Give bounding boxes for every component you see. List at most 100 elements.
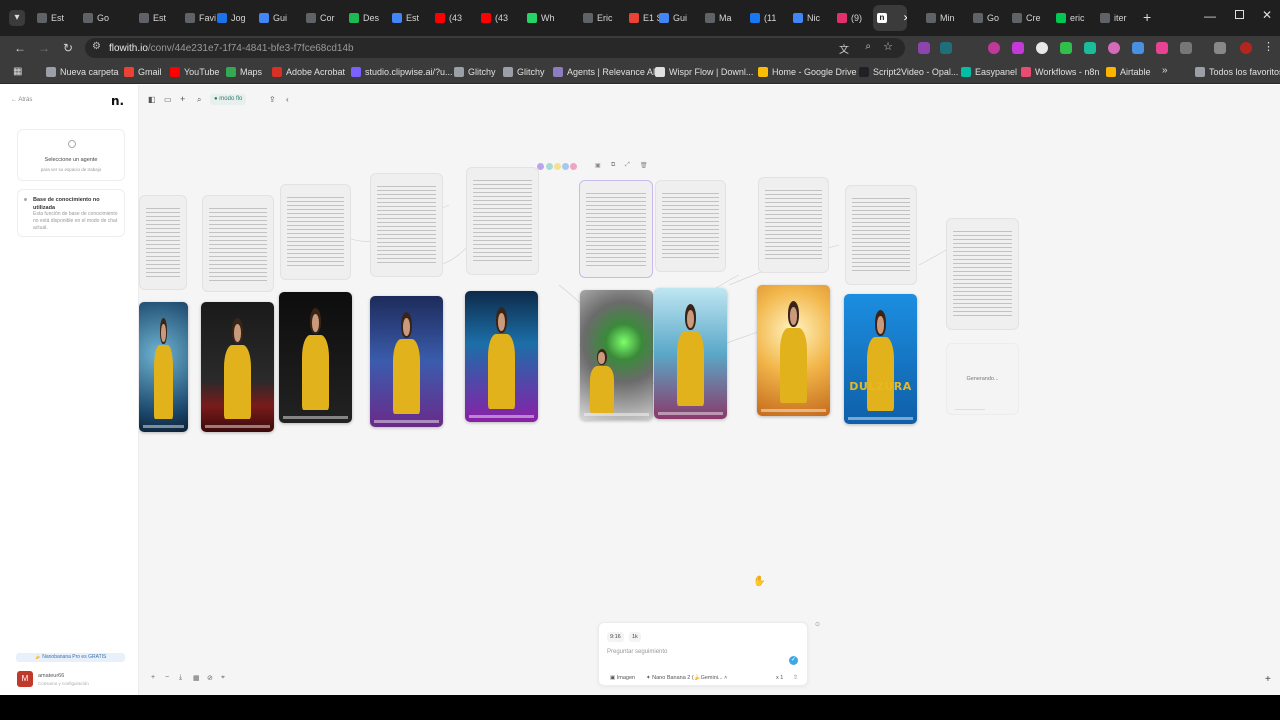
bookmark-item[interactable]: Workflows - n8n (1021, 65, 1099, 79)
back-link[interactable]: ← Atrás (11, 97, 32, 103)
download-icon[interactable]: ⤓ (179, 674, 182, 682)
fit-view-icon[interactable]: ⊘ (207, 674, 213, 682)
browser-tab[interactable]: Nic (789, 5, 829, 31)
browser-tab[interactable]: (11 (746, 5, 786, 31)
image-node[interactable] (654, 288, 727, 419)
extension-icon[interactable] (1060, 42, 1072, 54)
bookmark-item[interactable]: Glitchy (503, 65, 545, 79)
image-node[interactable]: DULZURA (844, 294, 917, 424)
browser-tab[interactable]: Ma (701, 5, 741, 31)
forward-arrow-icon[interactable]: → (36, 40, 52, 56)
image-node[interactable] (201, 302, 274, 432)
prompt-node[interactable] (202, 195, 274, 292)
image-node[interactable] (279, 292, 352, 423)
flowith-logo[interactable]: n. (111, 94, 124, 108)
bookmark-item[interactable]: Easypanel (961, 65, 1017, 79)
translate-icon[interactable]: 文 (839, 41, 849, 56)
model-selector[interactable]: ✦ Nano Banana 2 (🍌Gemini... ˄ (643, 673, 730, 683)
close-tab-icon[interactable]: ✕ (903, 13, 907, 24)
browser-tab[interactable]: Min (922, 5, 962, 31)
profile-avatar-icon[interactable] (1240, 42, 1252, 54)
expand-icon[interactable]: ⤢ (625, 162, 630, 169)
bookmark-item[interactable]: Home - Google Drive (758, 65, 857, 79)
new-tab-icon[interactable]: + (1143, 10, 1151, 24)
chrome-menu-icon[interactable]: ⋮ (1263, 40, 1274, 53)
bookmark-item[interactable]: Agents | Relevance AI (553, 65, 655, 79)
browser-tab[interactable]: eric (1052, 5, 1092, 31)
close-window-icon[interactable]: ✕ (1262, 8, 1272, 22)
mode-selector[interactable]: ▣ Imagen (607, 673, 638, 683)
prompt-node[interactable] (370, 173, 443, 277)
image-node[interactable] (580, 290, 653, 420)
more-bookmarks-icon[interactable]: » (1162, 65, 1168, 76)
grid-icon[interactable]: ▦ (193, 674, 200, 682)
color-dot-icon[interactable] (562, 163, 569, 170)
promo-banner[interactable]: 🍌 Nanobanana Pro es GRATIS (16, 653, 125, 662)
user-avatar[interactable]: M (17, 671, 33, 687)
bookmark-item[interactable]: Airtable (1106, 65, 1151, 79)
bookmark-item[interactable]: Glitchy (454, 65, 496, 79)
location-icon[interactable]: ⌖ (221, 674, 225, 682)
prompt-node[interactable] (845, 185, 917, 285)
browser-tab[interactable]: Est (33, 5, 73, 31)
aspect-ratio-chip[interactable]: 9:16 (607, 632, 624, 642)
bookmark-star-icon[interactable]: ☆ (883, 40, 893, 53)
extension-icon[interactable] (1084, 42, 1096, 54)
flow-canvas[interactable]: ◧ ▭ + ⌕ ● modo flo ⇪ ‹ ▣ ⧉ ⤢ 🗑 DULZURA G… (139, 85, 1280, 695)
extension-icon[interactable] (1012, 42, 1024, 54)
upload-icon[interactable]: ⇧ (793, 673, 798, 683)
browser-tab[interactable]: (43 (431, 5, 471, 31)
generating-node[interactable]: Generando... (946, 343, 1019, 415)
browser-tab[interactable]: Cre (1008, 5, 1048, 31)
delete-icon[interactable]: 🗑 (640, 162, 648, 169)
prompt-node[interactable] (466, 167, 539, 275)
browser-tab[interactable]: Go (79, 5, 119, 31)
bookmark-item[interactable]: Adobe Acrobat (272, 65, 345, 79)
bookmark-item[interactable]: YouTube (170, 65, 219, 79)
image-node[interactable] (139, 302, 188, 432)
reload-icon[interactable]: ↻ (60, 40, 76, 56)
bookmark-item[interactable]: Maps (226, 65, 262, 79)
extension-icon[interactable] (918, 42, 930, 54)
copy-icon[interactable]: ▣ (595, 162, 601, 169)
browser-tab[interactable]: Wh (523, 5, 563, 31)
extension-icon[interactable] (1036, 42, 1048, 54)
browser-tab[interactable]: Jog (213, 5, 253, 31)
browser-tab[interactable]: iter (1096, 5, 1136, 31)
prompt-node[interactable] (139, 195, 187, 290)
extension-icon[interactable] (1156, 42, 1168, 54)
duplicate-icon[interactable]: ⧉ (611, 162, 615, 169)
browser-tab[interactable]: (9) (833, 5, 873, 31)
quantity-selector[interactable]: x 1 (776, 673, 783, 683)
apps-grid-icon[interactable]: ▦ (13, 66, 22, 77)
browser-tab[interactable]: Eric (579, 5, 619, 31)
extensions-puzzle-icon[interactable] (1180, 42, 1192, 54)
send-button[interactable]: ✓ (789, 656, 798, 665)
extension-icon[interactable] (988, 42, 1000, 54)
extension-icon[interactable] (1132, 42, 1144, 54)
bookmark-folder[interactable]: Nueva carpeta (46, 65, 119, 79)
media-control-icon[interactable] (1214, 42, 1226, 54)
prompt-node[interactable] (946, 218, 1019, 330)
browser-tab[interactable]: Est (388, 5, 428, 31)
floating-settings-icon[interactable]: ⊙ (815, 621, 820, 628)
bookmark-item[interactable]: Wispr Flow | Downl... (655, 65, 753, 79)
bookmark-item[interactable]: studio.clipwise.ai/?u... (351, 65, 453, 79)
add-node-corner-icon[interactable]: + (1265, 674, 1271, 685)
extension-icon[interactable] (940, 42, 952, 54)
tab-search-button[interactable]: ▾ (9, 10, 25, 26)
resolution-chip[interactable]: 1k (629, 632, 641, 642)
browser-tab[interactable]: Cor (302, 5, 342, 31)
zoom-in-icon[interactable]: + (151, 674, 155, 681)
prompt-node[interactable] (758, 177, 829, 273)
browser-tab[interactable]: Gui (655, 5, 695, 31)
extension-icon[interactable] (1108, 42, 1120, 54)
site-info-icon[interactable]: ⚙ (92, 41, 101, 52)
color-dot-icon[interactable] (570, 163, 577, 170)
color-dot-icon[interactable] (554, 163, 561, 170)
back-arrow-icon[interactable]: ← (12, 40, 28, 56)
image-node[interactable] (757, 285, 830, 416)
restore-window-icon[interactable] (1235, 10, 1244, 19)
bookmark-item[interactable]: Script2Video - Opal... (859, 65, 958, 79)
zoom-out-icon[interactable]: − (165, 674, 169, 681)
